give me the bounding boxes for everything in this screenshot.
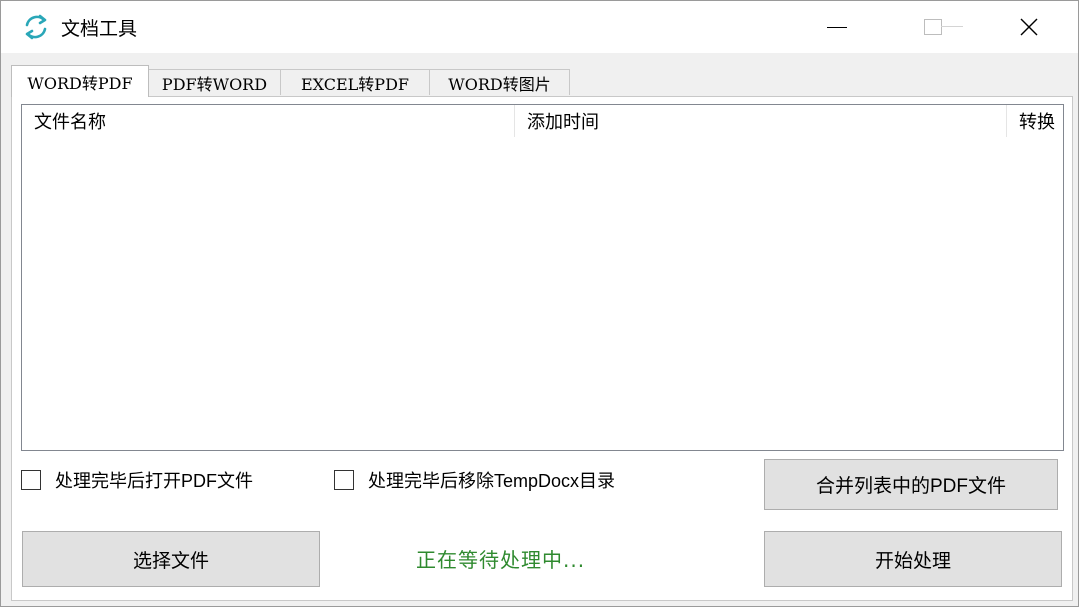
- maximize-icon: [924, 19, 963, 35]
- file-list[interactable]: 文件名称 添加时间 转换: [21, 104, 1064, 451]
- tab-excel-to-pdf[interactable]: EXCEL转PDF: [280, 69, 430, 95]
- minimize-icon: [827, 26, 847, 28]
- column-file-name[interactable]: 文件名称: [22, 105, 514, 137]
- tab-pdf-to-word[interactable]: PDF转WORD: [148, 69, 281, 95]
- refresh-icon: [25, 14, 47, 40]
- select-files-button[interactable]: 选择文件: [22, 531, 320, 587]
- close-button[interactable]: [999, 1, 1059, 53]
- merge-pdf-button[interactable]: 合并列表中的PDF文件: [764, 459, 1058, 510]
- tab-word-to-image[interactable]: WORD转图片: [429, 69, 570, 95]
- remove-temp-label: 处理完毕后移除TempDocx目录: [368, 471, 616, 491]
- remove-temp-checkbox[interactable]: [334, 470, 354, 490]
- column-add-time[interactable]: 添加时间: [514, 105, 1006, 137]
- title-bar[interactable]: 文档工具: [1, 1, 1078, 53]
- minimize-button[interactable]: [807, 1, 867, 53]
- tab-word-to-pdf[interactable]: WORD转PDF: [11, 65, 149, 97]
- open-pdf-checkbox[interactable]: [21, 470, 41, 490]
- maximize-button[interactable]: [903, 1, 963, 53]
- close-icon: [1020, 18, 1038, 36]
- open-pdf-option[interactable]: 处理完毕后打开PDF文件: [21, 467, 253, 493]
- open-pdf-label: 处理完毕后打开PDF文件: [55, 471, 253, 491]
- app-window: 文档工具 WORD转PDF PDF转WORD EXCEL转PDF WORD转图片…: [0, 0, 1079, 607]
- file-list-header: 文件名称 添加时间 转换: [22, 105, 1063, 137]
- start-processing-button[interactable]: 开始处理: [764, 531, 1062, 587]
- remove-temp-option[interactable]: 处理完毕后移除TempDocx目录: [334, 467, 615, 493]
- column-convert[interactable]: 转换: [1006, 105, 1063, 137]
- status-text: 正在等待处理中...: [416, 548, 586, 572]
- window-title: 文档工具: [61, 18, 138, 40]
